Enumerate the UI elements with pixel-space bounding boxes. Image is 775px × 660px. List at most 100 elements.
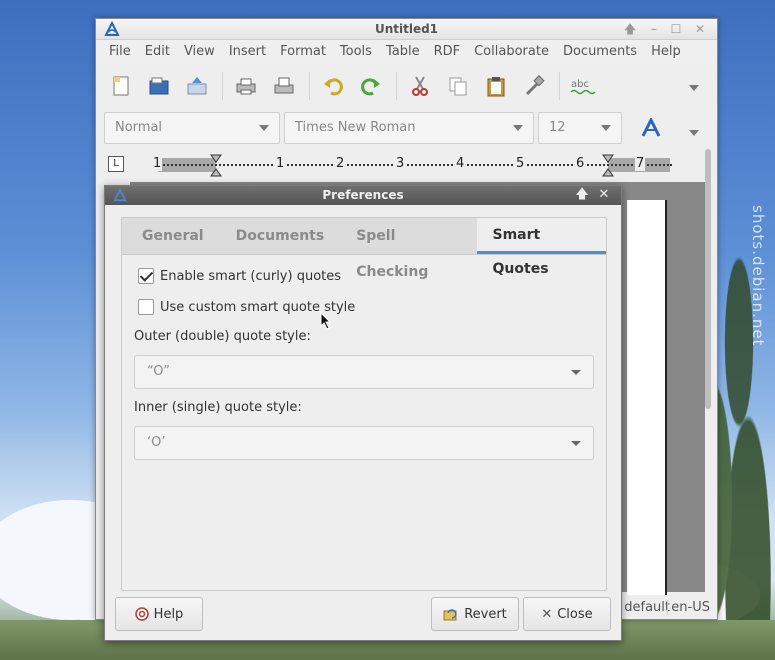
custom-quote-style-checkbox[interactable] <box>138 299 154 315</box>
menu-insert[interactable]: Insert <box>222 40 273 64</box>
preferences-dialog: Preferences 🡅 ✕ General Documents Spell … <box>104 185 622 641</box>
format-painter-icon[interactable] <box>521 73 547 99</box>
vertical-scrollbar[interactable] <box>705 149 711 409</box>
menu-help[interactable]: Help <box>644 40 688 64</box>
left-indent-marker-icon[interactable] <box>210 154 222 178</box>
maximize-icon[interactable]: ☐ <box>667 21 685 37</box>
menu-collaborate[interactable]: Collaborate <box>467 40 556 64</box>
help-icon <box>134 607 149 621</box>
ruler-ticks <box>152 164 672 166</box>
font-combo[interactable]: Times New Roman <box>284 112 534 144</box>
tab-spell-checking[interactable]: Spell Checking <box>340 218 476 280</box>
status-locale: en-US <box>667 600 713 615</box>
revert-icon <box>443 607 459 621</box>
chevron-down-icon <box>601 125 611 131</box>
inner-quote-style-select[interactable]: ‘O’ <box>134 426 594 460</box>
standard-toolbar: abc <box>96 64 717 108</box>
dialog-title: Preferences <box>322 188 404 202</box>
abiword-logo-icon <box>104 21 120 36</box>
ruler-number: 4 <box>455 156 466 171</box>
menu-edit[interactable]: Edit <box>138 40 177 64</box>
menu-view[interactable]: View <box>177 40 222 64</box>
chevron-down-icon <box>571 370 581 375</box>
toolbar-separator <box>396 72 397 100</box>
outer-quote-style-select[interactable]: “O” <box>134 355 594 389</box>
minimize-icon[interactable]: – <box>645 21 663 37</box>
horizontal-ruler[interactable]: 1 1 2 3 4 5 6 7 <box>152 154 672 177</box>
revert-button[interactable]: Revert <box>431 597 519 631</box>
help-button[interactable]: Help <box>115 597 203 631</box>
svg-text:abc: abc <box>571 79 589 90</box>
ruler-number: 3 <box>395 156 406 171</box>
print-preview-icon[interactable] <box>271 73 297 99</box>
menu-tools[interactable]: Tools <box>333 40 379 64</box>
help-button-label: Help <box>153 606 184 622</box>
ruler-number: 6 <box>575 156 586 171</box>
style-value: Normal <box>115 120 163 135</box>
font-size-combo[interactable]: 12 <box>538 112 622 144</box>
document-page[interactable] <box>627 200 667 600</box>
dialog-titlebar[interactable]: Preferences 🡅 ✕ <box>105 186 621 205</box>
print-icon[interactable] <box>233 73 259 99</box>
right-indent-marker-icon[interactable] <box>602 154 614 178</box>
ruler-bar: L 1 1 2 3 4 5 6 7 <box>96 148 717 177</box>
inner-quote-style-label: Inner (single) quote style: <box>134 400 302 415</box>
mouse-pointer-icon <box>320 312 332 330</box>
undo-icon[interactable] <box>320 73 346 99</box>
font-size-value: 12 <box>549 120 566 135</box>
new-document-icon[interactable] <box>108 73 134 99</box>
redo-icon[interactable] <box>358 73 384 99</box>
paste-icon[interactable] <box>483 73 509 99</box>
open-folder-icon[interactable] <box>146 73 172 99</box>
watermark: shots.debian.net <box>749 205 767 347</box>
ruler-number: 1 <box>275 156 286 171</box>
enable-smart-quotes-label: Enable smart (curly) quotes <box>160 268 342 284</box>
close-icon[interactable]: ✕ <box>691 21 709 37</box>
font-color-icon[interactable] <box>638 115 664 141</box>
keep-above-icon[interactable]: 🡅 <box>573 187 591 203</box>
keep-above-icon[interactable]: 🡅 <box>621 21 639 37</box>
toolbar-separator <box>309 72 310 100</box>
status-language: default <box>620 600 673 615</box>
window-titlebar[interactable]: Untitled1 🡅 – ☐ ✕ <box>96 19 717 40</box>
tab-bar: General Documents Spell Checking Smart Q… <box>122 218 606 280</box>
ruler-number: 7 <box>635 156 646 171</box>
enable-smart-quotes-checkbox[interactable] <box>138 268 154 284</box>
window-title: Untitled1 <box>374 22 439 36</box>
format-toolbar: Normal Times New Roman 12 <box>96 108 717 148</box>
tab-general[interactable]: General <box>122 218 220 254</box>
menu-file[interactable]: File <box>102 40 138 64</box>
toolbar-overflow-icon[interactable] <box>689 80 699 95</box>
revert-button-label: Revert <box>464 606 507 622</box>
tab-stop-selector[interactable]: L <box>108 156 124 172</box>
menu-table[interactable]: Table <box>379 40 427 64</box>
chevron-down-icon <box>571 441 581 446</box>
menu-rdf[interactable]: RDF <box>427 40 468 64</box>
chevron-down-icon <box>259 125 269 131</box>
spellcheck-icon[interactable]: abc <box>570 73 596 99</box>
close-button-label: Close <box>557 606 593 622</box>
copy-icon[interactable] <box>445 73 471 99</box>
preferences-notebook: General Documents Spell Checking Smart Q… <box>121 217 607 591</box>
toolbar-separator <box>222 72 223 100</box>
menu-format[interactable]: Format <box>273 40 333 64</box>
toolbar-separator <box>559 72 560 100</box>
menubar: File Edit View Insert Format Tools Table… <box>96 40 717 64</box>
format-overflow-icon[interactable] <box>689 125 699 140</box>
save-icon[interactable] <box>184 73 210 99</box>
outer-quote-style-value: “O” <box>147 364 171 379</box>
tab-documents[interactable]: Documents <box>220 218 341 254</box>
ruler-number: 5 <box>515 156 526 171</box>
cut-icon[interactable] <box>407 73 433 99</box>
chevron-down-icon <box>513 125 523 131</box>
close-icon: ✕ <box>541 606 553 622</box>
abiword-logo-icon <box>113 188 127 202</box>
outer-quote-style-label: Outer (double) quote style: <box>134 329 311 344</box>
enable-smart-quotes-option[interactable]: Enable smart (curly) quotes <box>138 268 341 284</box>
menu-documents[interactable]: Documents <box>556 40 644 64</box>
style-combo[interactable]: Normal <box>104 112 280 144</box>
tab-smart-quotes[interactable]: Smart Quotes <box>476 218 606 277</box>
close-button[interactable]: ✕ Close <box>523 597 611 631</box>
close-icon[interactable]: ✕ <box>595 187 613 203</box>
font-value: Times New Roman <box>295 120 416 135</box>
